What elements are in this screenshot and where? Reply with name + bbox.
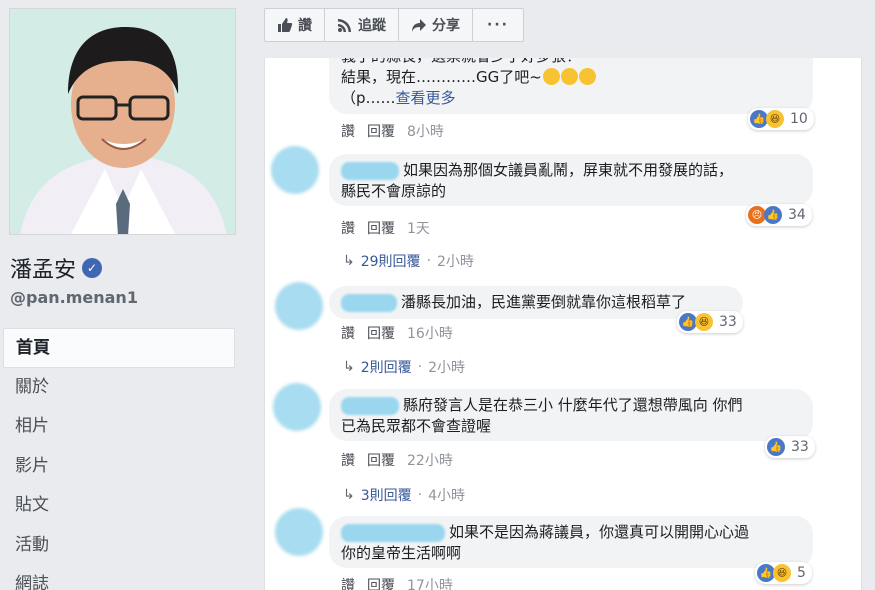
nav-item-photos[interactable]: 相片 [3,407,235,447]
verified-badge-icon: ✓ [82,258,103,278]
comment-text-line: 已為民眾都不會查證喔 [341,417,492,435]
comment-actions: 讚 回覆 22小時 [341,450,453,470]
comment-reply-link[interactable]: 回覆 [367,575,395,590]
comment-text-line: 縣府發言人是在恭三小 什麼年代了還想帶風向 你們 [341,395,801,416]
nav-item-notes[interactable]: 網誌 [3,565,235,590]
commenter-name[interactable] [341,523,445,542]
avatar[interactable] [275,508,323,556]
comment-text-line: （p……查看更多 [341,89,456,107]
follow-button[interactable]: 追蹤 [325,9,399,41]
nav-item-about[interactable]: 關於 [3,368,235,408]
reaction-summary[interactable]: 👍 😆 5 [755,562,812,584]
comment-like-link[interactable]: 讚 [341,218,355,238]
comment-time[interactable]: 16小時 [407,323,453,343]
like-page-button[interactable]: 讚 [265,9,325,41]
reaction-count: 34 [788,207,806,223]
page-action-bar: 讚 追蹤 分享 ··· [264,8,524,42]
comment-bubble: 如果不是因為蔣議員，你還真可以開開心心過 你的皇帝生活啊啊 [329,516,813,568]
comment-bubble: 如果因為那個女議員亂鬧，屏東就不用發展的話， 縣民不會原諒的 [329,154,813,206]
comment-bubble: 義了的縣長，選票就會少了好多張！ 結果，現在…………GG了吧~ （p……查看更多 [329,58,813,114]
share-arrow-icon [412,19,426,32]
comment-time[interactable]: 8小時 [407,121,444,141]
comment-time[interactable]: 22小時 [407,450,453,470]
like-reaction-icon: 👍 [767,438,785,456]
reaction-count: 33 [791,439,809,455]
see-more-link[interactable]: 查看更多 [396,89,456,107]
like-reaction-icon: 👍 [764,206,782,224]
commenter-name[interactable] [341,293,397,312]
comment-actions: 讚 回覆 16小時 [341,323,453,343]
profile-photo[interactable] [9,8,236,235]
reaction-summary[interactable]: 👍 33 [765,436,815,458]
nav-item-home[interactable]: 首頁 [3,328,235,368]
comment-text-line: 潘縣長加油，民進黨要倒就靠你這根稻草了 [341,292,731,313]
reaction-summary[interactable]: 👍 😆 10 [748,108,814,130]
haha-reaction-icon: 😆 [695,313,713,331]
comment-reply-link[interactable]: 回覆 [367,218,395,238]
avatar[interactable] [273,383,321,431]
comment-text-line: 如果不是因為蔣議員，你還真可以開開心心過 [341,522,801,543]
more-options-button[interactable]: ··· [473,9,523,41]
comment-reply-link[interactable]: 回覆 [367,450,395,470]
comment-bubble: 縣府發言人是在恭三小 什麼年代了還想帶風向 你們 已為民眾都不會查證喔 [329,389,813,441]
rss-icon [338,19,351,32]
share-button[interactable]: 分享 [399,9,473,41]
reaction-count: 5 [797,565,806,581]
comments-feed: 義了的縣長，選票就會少了好多張！ 結果，現在…………GG了吧~ （p……查看更多… [264,58,862,590]
comment-text-line: 義了的縣長，選票就會少了好多張！ [341,58,801,67]
reply-arrow-icon: ↳ [343,359,355,375]
haha-reaction-icon: 😆 [773,564,791,582]
reply-arrow-icon: ↳ [343,487,355,503]
view-replies-link[interactable]: ↳ 2則回覆 · 2小時 [343,357,465,377]
comment-text-line: 縣民不會原諒的 [341,182,447,200]
comment-actions: 讚 回覆 17小時 [341,575,453,590]
commenter-name[interactable] [341,161,399,180]
laugh-emoji-icon [560,68,578,85]
profile-name-row[interactable]: 潘孟安 ✓ [10,252,103,284]
view-replies-link[interactable]: ↳ 29則回覆 · 2小時 [343,251,474,271]
comment-text-line: 如果因為那個女議員亂鬧，屏東就不用發展的話， [341,160,801,181]
thumbs-up-icon [278,18,293,32]
comment-text-line: 結果，現在…………GG了吧~ [341,67,801,88]
reaction-count: 33 [719,314,737,330]
profile-name[interactable]: 潘孟安 [10,252,76,284]
comment-text-line: 你的皇帝生活啊啊 [341,544,462,562]
nav-item-events[interactable]: 活動 [3,526,235,566]
profile-handle[interactable]: @pan.menan1 [10,288,138,307]
avatar[interactable] [271,146,319,194]
reply-arrow-icon: ↳ [343,253,355,269]
comment-like-link[interactable]: 讚 [341,323,355,343]
commenter-name[interactable] [341,396,399,415]
comment-actions: 讚 回覆 1天 [341,218,430,238]
more-dots-icon: ··· [487,17,509,33]
comment-time[interactable]: 1天 [407,218,430,238]
comment-like-link[interactable]: 讚 [341,575,355,590]
comment-like-link[interactable]: 讚 [341,121,355,141]
nav-item-posts[interactable]: 貼文 [3,486,235,526]
view-replies-link[interactable]: ↳ 3則回覆 · 4小時 [343,485,465,505]
comment-actions: 讚 回覆 8小時 [341,121,444,141]
comment-reply-link[interactable]: 回覆 [367,121,395,141]
page-nav: 首頁 關於 相片 影片 貼文 活動 網誌 [3,328,235,590]
laugh-emoji-icon [578,68,596,85]
laugh-emoji-icon [542,68,560,85]
avatar[interactable] [275,282,323,330]
comment-reply-link[interactable]: 回覆 [367,323,395,343]
comment-like-link[interactable]: 讚 [341,450,355,470]
reaction-summary[interactable]: 😠 👍 34 [746,204,812,226]
nav-item-videos[interactable]: 影片 [3,447,235,487]
left-column: 潘孟安 ✓ @pan.menan1 首頁 關於 相片 影片 貼文 活動 網誌 [0,0,248,590]
haha-reaction-icon: 😆 [766,110,784,128]
reaction-count: 10 [790,111,808,127]
reaction-summary[interactable]: 👍 😆 33 [677,311,743,333]
comment-time[interactable]: 17小時 [407,575,453,590]
